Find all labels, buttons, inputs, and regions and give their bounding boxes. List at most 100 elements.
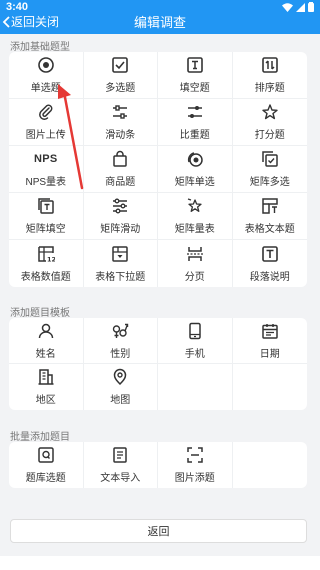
- table-number-icon: 12: [37, 245, 55, 263]
- item-region[interactable]: 地区: [9, 364, 84, 410]
- map-pin-icon: [111, 368, 129, 386]
- paperclip-icon: [37, 103, 55, 121]
- item-sort[interactable]: 排序题: [232, 52, 307, 99]
- status-icons: [282, 2, 314, 12]
- item-label: 滑动条: [105, 130, 136, 141]
- page-title: 编辑调查: [133, 15, 186, 30]
- item-question-bank[interactable]: 题库选题: [9, 442, 84, 488]
- item-label: 单选题: [30, 83, 61, 94]
- item-label: 比重题: [179, 130, 210, 141]
- item-name[interactable]: 姓名: [9, 318, 84, 364]
- section-title-basic: 添加基础题型: [10, 42, 70, 53]
- item-text-import[interactable]: 文本导入: [84, 442, 158, 488]
- item-multi-choice[interactable]: 多选题: [83, 52, 158, 99]
- item-label: NPS量表: [25, 177, 67, 188]
- template-grid: 姓名 性别 手机 日期 地区 地图: [9, 318, 307, 410]
- item-table-number[interactable]: 12 表格数值题: [9, 240, 84, 287]
- item-weight[interactable]: 比重题: [158, 99, 233, 146]
- item-image-add[interactable]: 图片添题: [158, 442, 233, 488]
- item-gender[interactable]: 性别: [83, 318, 158, 364]
- item-table-text[interactable]: 表格文本题: [232, 193, 307, 240]
- page-break-icon: [186, 245, 204, 263]
- item-label: 分页: [184, 271, 205, 283]
- item-nps[interactable]: NPS NPS量表: [9, 146, 84, 193]
- slider-icon: [111, 103, 129, 121]
- app-header: 3:40 返回 关闭 编辑调查: [0, 0, 320, 34]
- item-label: 性别: [110, 348, 131, 360]
- item-single-choice[interactable]: 单选题: [9, 52, 84, 99]
- section-title-batch: 批量添加题目: [10, 432, 70, 443]
- item-label: 日期: [259, 348, 280, 360]
- item-label: 表格下拉题: [95, 271, 146, 283]
- item-label: 表格文本题: [244, 224, 295, 235]
- question-bank-icon: [37, 446, 55, 464]
- item-matrix-single[interactable]: 矩阵单选: [158, 146, 233, 193]
- item-label: 图片添题: [174, 473, 215, 484]
- matrix-fill-icon: [37, 197, 55, 215]
- item-date[interactable]: 日期: [232, 318, 307, 364]
- item-label: 题库选题: [25, 473, 66, 484]
- item-label: 姓名: [35, 348, 56, 360]
- signal-icon: [296, 2, 305, 12]
- item-rating[interactable]: 打分题: [232, 99, 307, 146]
- basic-types-card: 单选题 多选题 填空题 排序题 图片上传 滑动条 比重题 打分题 NPS NPS…: [9, 52, 307, 287]
- battery-icon: [308, 2, 314, 12]
- item-label: 地区: [35, 395, 56, 406]
- document-icon: [111, 446, 129, 464]
- item-page-break[interactable]: 分页: [158, 240, 233, 287]
- wifi-icon: [282, 2, 293, 12]
- empty-cell: [233, 442, 308, 488]
- item-slider[interactable]: 滑动条: [83, 99, 158, 146]
- matrix-radio-icon: [186, 150, 204, 168]
- item-matrix-multi[interactable]: 矩阵多选: [232, 146, 307, 193]
- item-matrix-scale[interactable]: 矩阵量表: [158, 193, 233, 240]
- phone-icon: [186, 322, 204, 340]
- matrix-slider-icon: [111, 197, 129, 215]
- item-image-upload[interactable]: 图片上传: [9, 99, 84, 146]
- item-paragraph[interactable]: 段落说明: [233, 240, 308, 287]
- return-button[interactable]: 返回: [10, 519, 307, 543]
- item-label: 文本导入: [100, 473, 141, 484]
- item-label: 段落说明: [249, 271, 290, 283]
- sort-icon: [261, 56, 279, 74]
- building-icon: [37, 368, 55, 386]
- item-label: 排序题: [254, 83, 285, 94]
- empty-cell: [158, 364, 233, 410]
- item-product[interactable]: 商品题: [83, 146, 158, 193]
- empty-cell: [233, 364, 308, 410]
- paragraph-icon: [261, 245, 279, 263]
- item-fill-blank[interactable]: 填空题: [158, 52, 233, 99]
- item-map[interactable]: 地图: [84, 364, 158, 410]
- section-title-template: 添加题目模板: [10, 308, 70, 319]
- nps-icon: NPS: [33, 153, 58, 165]
- radio-icon: [37, 56, 55, 74]
- template-card: 姓名 性别 手机 日期 地区 地图: [9, 318, 307, 410]
- scan-icon: [186, 446, 204, 464]
- item-label: 地图: [110, 395, 131, 406]
- checkbox-icon: [111, 56, 129, 74]
- item-label: 多选题: [105, 83, 136, 94]
- table-dropdown-icon: [111, 245, 129, 263]
- person-icon: [37, 322, 55, 340]
- weight-slider-icon: [186, 103, 204, 121]
- item-matrix-slider[interactable]: 矩阵滑动: [83, 193, 158, 240]
- matrix-checkbox-icon: [261, 150, 279, 168]
- item-phone[interactable]: 手机: [158, 318, 233, 364]
- item-label: 表格数值题: [20, 271, 71, 283]
- item-label: 图片上传: [25, 130, 66, 141]
- item-table-dropdown[interactable]: 表格下拉题: [84, 240, 158, 287]
- item-label: 打分题: [254, 130, 285, 141]
- batch-card: 题库选题 文本导入 图片添题: [9, 442, 307, 488]
- gender-icon: [111, 322, 129, 340]
- item-label: 矩阵单选: [174, 177, 215, 188]
- item-label: 手机: [184, 348, 205, 360]
- item-matrix-fill[interactable]: 矩阵填空: [9, 193, 84, 240]
- shopping-bag-icon: [111, 150, 129, 168]
- item-label: 矩阵滑动: [100, 224, 141, 235]
- matrix-scale-icon: [186, 197, 204, 215]
- calendar-icon: [261, 322, 279, 340]
- item-label: 矩阵填空: [25, 224, 66, 235]
- svg-text:12: 12: [47, 255, 55, 263]
- batch-grid: 题库选题 文本导入 图片添题: [9, 442, 307, 488]
- basic-types-grid: 单选题 多选题 填空题 排序题 图片上传 滑动条 比重题 打分题 NPS NPS…: [9, 52, 307, 287]
